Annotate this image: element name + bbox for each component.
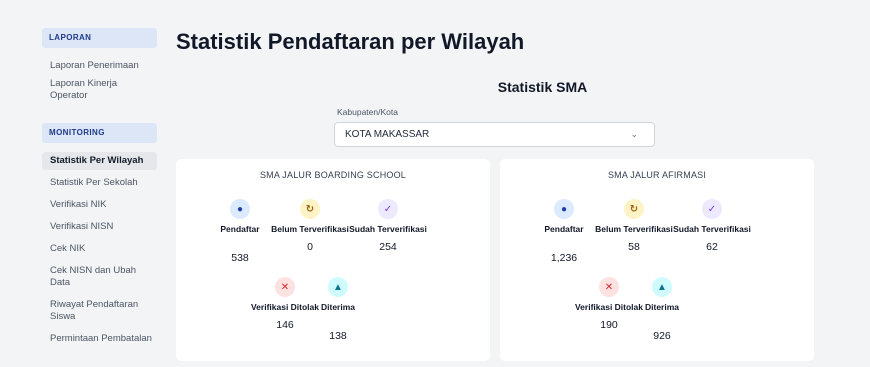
sidebar-item-cek-nisn-ubah-data[interactable]: Cek NISN dan Ubah Data xyxy=(42,262,157,292)
sidebar-section-monitoring: MONITORING xyxy=(42,123,157,143)
kabupaten-label: Kabupaten/Kota xyxy=(337,107,398,117)
sidebar-item-verifikasi-nik[interactable]: Verifikasi NIK xyxy=(42,196,157,214)
stat-value: 538 xyxy=(231,252,249,264)
stat-diterima: ▲ Diterima 138 xyxy=(298,277,378,342)
stat-label: Diterima xyxy=(320,302,355,312)
sidebar-item-laporan-kinerja-operator[interactable]: Laporan Kinerja Operator xyxy=(42,75,157,105)
stat-pendaftar: ● Pendaftar 538 xyxy=(200,199,280,264)
sidebar-item-laporan-penerimaan[interactable]: Laporan Penerimaan xyxy=(42,57,157,75)
x-icon: ✕ xyxy=(599,277,619,297)
stat-label: Diterima xyxy=(644,302,679,312)
kabupaten-select[interactable]: KOTA MAKASSAR ⌄ xyxy=(334,122,655,147)
sidebar-item-riwayat-pendaftaran[interactable]: Riwayat Pendaftaran Siswa xyxy=(42,296,157,326)
stat-value: 0 xyxy=(307,241,313,253)
stat-sudah-terverifikasi: ✓ Sudah Terverifikasi 62 xyxy=(672,199,752,253)
stat-value: 926 xyxy=(653,330,671,342)
page-title: Statistik Pendaftaran per Wilayah xyxy=(176,29,525,54)
stat-label: Belum Terverifikasi xyxy=(271,224,349,234)
main-content: Statistik Pendaftaran per Wilayah Statis… xyxy=(170,0,870,367)
sidebar-item-verifikasi-nisn[interactable]: Verifikasi NISN xyxy=(42,218,157,236)
refresh-icon: ↻ xyxy=(300,199,320,219)
stat-value: 62 xyxy=(706,241,718,253)
stat-label: Pendaftar xyxy=(220,224,260,234)
x-icon: ✕ xyxy=(275,277,295,297)
user-icon: ● xyxy=(230,199,250,219)
graduation-cap-icon: ▲ xyxy=(652,277,672,297)
check-icon: ✓ xyxy=(702,199,722,219)
stat-card-afirmasi: SMA JALUR AFIRMASI ● Pendaftar 1,236 ↻ B… xyxy=(500,159,814,361)
stat-sudah-terverifikasi: ✓ Sudah Terverifikasi 254 xyxy=(348,199,428,253)
stat-value: 1,236 xyxy=(550,252,578,264)
stat-belum-terverifikasi: ↻ Belum Terverifikasi 58 xyxy=(594,199,674,253)
stat-belum-terverifikasi: ↻ Belum Terverifikasi 0 xyxy=(270,199,350,253)
stat-value: 254 xyxy=(379,241,397,253)
stat-label: Sudah Terverifikasi xyxy=(673,224,751,234)
sidebar-item-permintaan-pembatalan[interactable]: Permintaan Pembatalan xyxy=(42,330,157,348)
section-subtitle: Statistik SMA xyxy=(497,79,588,95)
sidebar: LAPORAN Laporan Penerimaan Laporan Kiner… xyxy=(0,0,170,367)
stat-label: Sudah Terverifikasi xyxy=(349,224,427,234)
check-icon: ✓ xyxy=(378,199,398,219)
chevron-down-icon: ⌄ xyxy=(630,129,638,139)
stat-card-boarding-school: SMA JALUR BOARDING SCHOOL ● Pendaftar 53… xyxy=(176,159,490,361)
card-title: SMA JALUR BOARDING SCHOOL xyxy=(259,170,407,180)
sidebar-item-statistik-per-sekolah[interactable]: Statistik Per Sekolah xyxy=(42,174,157,192)
stat-pendaftar: ● Pendaftar 1,236 xyxy=(524,199,604,264)
stat-label: Belum Terverifikasi xyxy=(595,224,673,234)
stat-value: 138 xyxy=(329,330,347,342)
graduation-cap-icon: ▲ xyxy=(328,277,348,297)
kabupaten-select-value: KOTA MAKASSAR xyxy=(345,129,430,140)
user-icon: ● xyxy=(554,199,574,219)
sidebar-item-statistik-per-wilayah[interactable]: Statistik Per Wilayah xyxy=(42,152,157,170)
stat-label: Pendaftar xyxy=(544,224,584,234)
sidebar-section-laporan: LAPORAN xyxy=(42,28,157,48)
sidebar-item-cek-nik[interactable]: Cek NIK xyxy=(42,240,157,258)
stat-diterima: ▲ Diterima 926 xyxy=(622,277,702,342)
card-title: SMA JALUR AFIRMASI xyxy=(607,170,707,180)
stat-value: 58 xyxy=(628,241,640,253)
refresh-icon: ↻ xyxy=(624,199,644,219)
